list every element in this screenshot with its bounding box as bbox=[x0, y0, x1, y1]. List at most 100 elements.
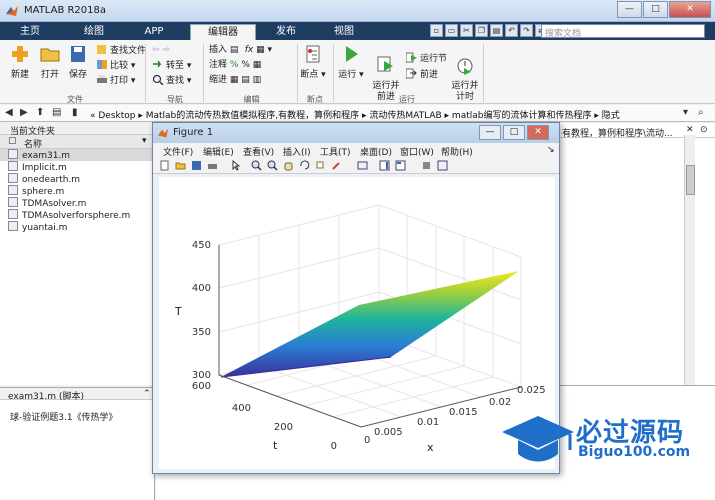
browse-folder-icon[interactable]: ▤ bbox=[52, 107, 61, 118]
edit-plot-arrow-icon[interactable] bbox=[231, 160, 242, 171]
colorbar-icon[interactable] bbox=[379, 160, 390, 171]
path-segment[interactable]: « Desktop bbox=[90, 111, 135, 121]
divider bbox=[483, 44, 484, 102]
find-button[interactable]: 查找 ▾ bbox=[152, 74, 191, 87]
z-axis-label: T bbox=[174, 305, 182, 318]
path-segment[interactable]: 隐式 bbox=[602, 111, 620, 121]
file-item[interactable]: exam31.m bbox=[0, 149, 154, 161]
editor-ribbon: 新建 打开 保存 查找文件 比较 ▾ 打印 ▾ 文件 ⇦ ⇨ 转至 ▾ 查找 ▾… bbox=[0, 40, 715, 104]
file-item[interactable]: sphere.m bbox=[0, 185, 154, 197]
find-files-button[interactable]: 查找文件 bbox=[96, 44, 146, 57]
new-figure-icon[interactable] bbox=[159, 160, 170, 171]
qat-redo-icon[interactable]: ↷ bbox=[520, 24, 533, 37]
tab-publish[interactable]: 发布 bbox=[262, 24, 310, 40]
run-section-button[interactable]: 运行节 bbox=[406, 52, 447, 65]
watermark-logo: 必过源码 Biguo100.com bbox=[500, 410, 710, 470]
path-segment[interactable]: Matlab的流动传热数值模拟程序,有教程，算例和程序 bbox=[146, 111, 359, 121]
forward-arrow-icon[interactable]: ▶ bbox=[20, 107, 28, 118]
compare-button[interactable]: 比较 ▾ bbox=[96, 59, 135, 72]
figure-window[interactable]: Figure 1 — □ ✕ 文件(F) 编辑(E) 查看(V) 插入(I) 工… bbox=[152, 122, 560, 474]
minimize-button[interactable]: — bbox=[617, 1, 642, 18]
path-segment[interactable]: matlab编写的流体计算和传热程序 bbox=[452, 111, 592, 121]
details-expand-icon[interactable]: ⌃ bbox=[143, 389, 151, 399]
brush-icon[interactable] bbox=[331, 160, 342, 171]
qat-undo-icon[interactable]: ↶ bbox=[505, 24, 518, 37]
file-name: sphere.m bbox=[22, 187, 65, 197]
details-panel: exam31.m (脚本) 球-验证例题3.1《传热学》 ⌃ bbox=[0, 387, 155, 500]
nav-back-forward[interactable]: ⇦ ⇨ bbox=[152, 44, 170, 57]
search-folder-icon[interactable]: ⌕ bbox=[698, 107, 704, 118]
figure-minimize-button[interactable]: — bbox=[479, 125, 501, 140]
file-item[interactable]: yuantai.m bbox=[0, 221, 154, 233]
hide-plot-tools-icon[interactable] bbox=[421, 160, 432, 171]
save-figure-icon[interactable] bbox=[191, 160, 202, 171]
goto-button[interactable]: 转至 ▾ bbox=[152, 59, 191, 72]
zoom-out-icon[interactable] bbox=[267, 160, 278, 171]
save-disk-icon bbox=[71, 46, 85, 62]
rotate-3d-icon[interactable] bbox=[299, 160, 310, 171]
print-button[interactable]: 打印 ▾ bbox=[96, 74, 135, 87]
open-button[interactable]: 打开 bbox=[36, 44, 64, 81]
editor-scrollbar[interactable] bbox=[684, 135, 695, 385]
zoom-in-icon[interactable] bbox=[251, 160, 262, 171]
figure-maximize-button[interactable]: □ bbox=[503, 125, 525, 140]
back-arrow-icon[interactable]: ◀ bbox=[5, 107, 13, 118]
file-item[interactable]: Implicit.m bbox=[0, 161, 154, 173]
up-folder-icon[interactable]: ⬆ bbox=[36, 107, 44, 118]
name-column-header[interactable]: ▢ 名称 ▾ bbox=[0, 135, 154, 150]
comment-button[interactable]: 注释 % % ▦ bbox=[209, 59, 261, 72]
scrollbar-thumb[interactable] bbox=[686, 165, 695, 195]
title-bar: MATLAB R2018a — □ ✕ bbox=[0, 0, 715, 22]
maximize-button[interactable]: □ bbox=[643, 1, 668, 18]
data-cursor-icon[interactable] bbox=[315, 160, 326, 171]
qat-open-icon[interactable]: ▭ bbox=[445, 24, 458, 37]
plot-area[interactable]: 450 400 350 300 T 600 400 200 0 t 0 0.00… bbox=[159, 177, 555, 469]
breakpoints-button[interactable]: 断点 ▾ bbox=[300, 44, 326, 81]
file-item[interactable]: TDMAsolverforsphere.m bbox=[0, 209, 154, 221]
folder-path[interactable]: « Desktop ▸ Matlab的流动传热数值模拟程序,有教程，算例和程序 … bbox=[90, 108, 620, 121]
tab-home[interactable]: 主页 bbox=[6, 24, 54, 40]
search-icon[interactable]: ⌕ bbox=[693, 25, 712, 36]
tab-editor[interactable]: 编辑器 bbox=[190, 24, 256, 40]
run-button[interactable]: 运行 ▾ bbox=[337, 44, 365, 81]
open-file-icon[interactable] bbox=[175, 160, 186, 171]
qat-paste-icon[interactable]: ▤ bbox=[490, 24, 503, 37]
qat-cut-icon[interactable]: ✂ bbox=[460, 24, 473, 37]
print-figure-icon[interactable] bbox=[207, 160, 218, 171]
link-plot-icon[interactable] bbox=[357, 160, 368, 171]
temperature-surface bbox=[221, 271, 519, 377]
qat-copy-icon[interactable]: ❐ bbox=[475, 24, 488, 37]
z-tick: 400 bbox=[192, 283, 211, 294]
path-segment[interactable]: 流动传热MATLAB bbox=[369, 111, 441, 121]
insert-button[interactable]: 插入 ▤ fx ▦ ▾ bbox=[209, 44, 272, 57]
new-plus-icon bbox=[12, 46, 28, 62]
show-plot-tools-icon[interactable] bbox=[437, 160, 448, 171]
x-tick: 0.005 bbox=[374, 427, 403, 438]
file-item[interactable]: onedearth.m bbox=[0, 173, 154, 185]
new-button[interactable]: 新建 bbox=[6, 44, 34, 81]
pan-hand-icon[interactable] bbox=[283, 160, 294, 171]
indent-button[interactable]: 缩进 ▦ ▤ ▥ bbox=[209, 74, 261, 87]
close-button[interactable]: ✕ bbox=[669, 1, 711, 18]
editor-close-icon[interactable]: ✕ bbox=[686, 125, 694, 135]
tab-plots[interactable]: 绘图 bbox=[70, 24, 118, 40]
insert-label: 插入 bbox=[209, 45, 228, 55]
goto-label: 转至 bbox=[166, 61, 185, 71]
path-dropdown-icon[interactable]: ▾ bbox=[683, 107, 688, 118]
column-dropdown-icon[interactable]: ▾ bbox=[142, 136, 147, 146]
tab-view[interactable]: 视图 bbox=[320, 24, 368, 40]
legend-icon[interactable] bbox=[395, 160, 406, 171]
surface-plot[interactable]: 450 400 350 300 T 600 400 200 0 t 0 0.00… bbox=[159, 177, 555, 469]
file-item[interactable]: TDMAsolver.m bbox=[0, 197, 154, 209]
search-docs-input[interactable]: 搜索文档 bbox=[541, 24, 705, 39]
qat-new-icon[interactable]: ▫ bbox=[430, 24, 443, 37]
m-file-icon bbox=[8, 149, 18, 159]
save-button[interactable]: 保存 bbox=[64, 44, 92, 81]
tab-apps[interactable]: APP bbox=[130, 24, 178, 40]
run-group-label: 运行 bbox=[399, 95, 415, 104]
figure-close-button[interactable]: ✕ bbox=[527, 125, 549, 140]
editor-expand-icon[interactable]: ⊙ bbox=[700, 125, 708, 135]
menu-dock-icon[interactable]: ↘ bbox=[547, 145, 555, 155]
advance-button[interactable]: 前进 bbox=[406, 68, 438, 81]
insert-extra-icon: ▦ ▾ bbox=[256, 45, 273, 55]
